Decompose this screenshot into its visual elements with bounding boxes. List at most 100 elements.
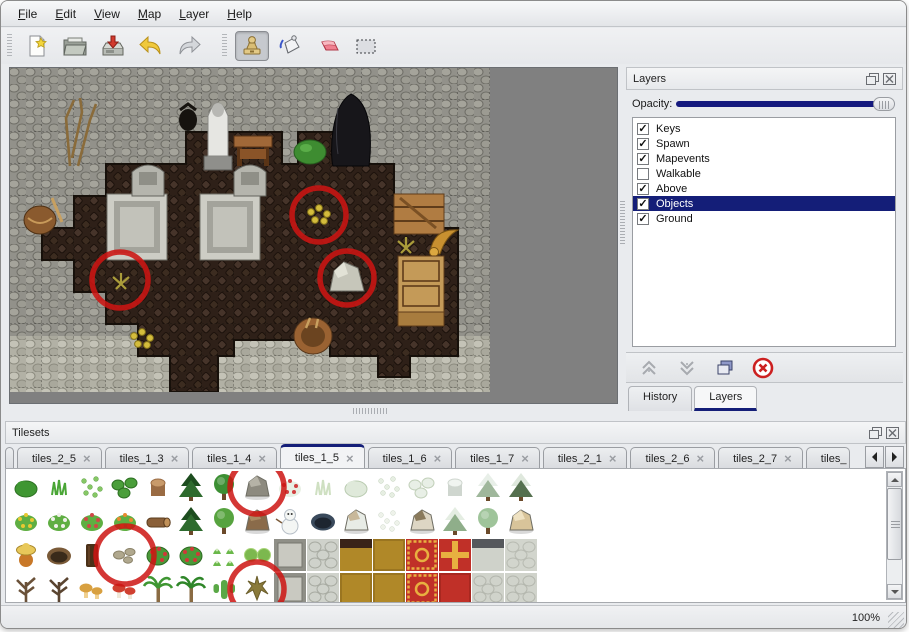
tile-scatter[interactable] <box>373 471 405 503</box>
tile-rock[interactable] <box>406 505 438 537</box>
scroll-down-button[interactable] <box>887 584 902 599</box>
tile-rock[interactable] <box>340 505 372 537</box>
tileset-tab-tiles_1_5[interactable]: tiles_1_5× <box>280 444 365 469</box>
tile-floor[interactable] <box>373 573 405 603</box>
tile-stump[interactable] <box>439 471 471 503</box>
opacity-slider-handle[interactable] <box>873 97 895 111</box>
select-tool-button[interactable] <box>349 31 383 61</box>
close-tilesets-icon[interactable] <box>886 427 899 439</box>
tile-rock[interactable] <box>241 505 273 537</box>
tile-carpetcross[interactable] <box>439 539 471 571</box>
tile-tree[interactable] <box>208 505 240 537</box>
open-file-button[interactable] <box>58 31 92 61</box>
close-tab-icon[interactable]: × <box>609 451 617 466</box>
tile-floorframe[interactable] <box>274 539 306 571</box>
close-tab-icon[interactable]: × <box>258 451 266 466</box>
tile-blob[interactable] <box>10 471 42 503</box>
layer-checkbox[interactable]: ✓ <box>637 183 649 195</box>
tile-tree[interactable] <box>208 471 240 503</box>
tile-flowers[interactable] <box>274 471 306 503</box>
tile-blob[interactable] <box>340 471 372 503</box>
tile-hole[interactable] <box>307 505 339 537</box>
tile-pine[interactable] <box>505 471 537 503</box>
close-tab-icon[interactable]: × <box>521 451 529 466</box>
float-panel-icon[interactable] <box>866 73 879 85</box>
scrollbar-thumb[interactable] <box>887 488 902 560</box>
menu-map[interactable]: Map <box>129 3 170 25</box>
tile-floortop[interactable] <box>340 539 372 571</box>
tile-scatter[interactable] <box>76 471 108 503</box>
dock-tab-layers[interactable]: Layers <box>694 386 757 411</box>
new-file-button[interactable] <box>20 31 54 61</box>
tileset-tab-tiles_1_3[interactable]: tiles_1_3× <box>105 447 190 469</box>
layer-checkbox[interactable]: ✓ <box>637 213 649 225</box>
close-tab-icon[interactable]: × <box>434 451 442 466</box>
layer-row-mapevents[interactable]: ✓Mapevents <box>633 151 895 166</box>
layer-row-walkable[interactable]: Walkable <box>633 166 895 181</box>
vertical-splitter[interactable] <box>620 201 625 245</box>
tile-deadtree[interactable] <box>43 573 75 603</box>
menu-view[interactable]: View <box>85 3 129 25</box>
tile-rock[interactable] <box>241 471 273 503</box>
tile-palm[interactable] <box>142 573 174 603</box>
tileset-tab-tiles_2_5[interactable]: tiles_2_5× <box>17 447 102 469</box>
tile-flowers[interactable] <box>43 505 75 537</box>
close-panel-icon[interactable] <box>883 73 896 85</box>
layer-checkbox[interactable]: ✓ <box>637 138 649 150</box>
close-tab-icon[interactable]: × <box>784 451 792 466</box>
lower-layer-button[interactable] <box>674 356 700 380</box>
tile-palm[interactable] <box>175 573 207 603</box>
layer-checkbox[interactable]: ✓ <box>637 198 649 210</box>
tile-scatter[interactable] <box>373 505 405 537</box>
toolbar-grip-2[interactable] <box>222 34 227 58</box>
tile-cactus[interactable] <box>208 573 240 603</box>
tile-tuft[interactable] <box>307 471 339 503</box>
layer-checkbox[interactable]: ✓ <box>637 123 649 135</box>
tile-tuft[interactable] <box>43 471 75 503</box>
duplicate-layer-button[interactable] <box>712 356 738 380</box>
tile-snowman[interactable] <box>274 505 306 537</box>
horizontal-splitter[interactable] <box>353 408 387 414</box>
scroll-tabs-right-button[interactable] <box>885 446 904 468</box>
tile-cobble[interactable] <box>307 573 339 603</box>
tile-rock[interactable] <box>505 505 537 537</box>
tileset-tab-tiles_2_7[interactable]: tiles_2_7× <box>718 447 803 469</box>
menu-edit[interactable]: Edit <box>46 3 85 25</box>
menu-layer[interactable]: Layer <box>170 3 218 25</box>
tile-pine[interactable] <box>175 505 207 537</box>
undo-button[interactable] <box>134 31 168 61</box>
tile-floor[interactable] <box>439 573 471 603</box>
tile-girl[interactable] <box>10 539 42 571</box>
delete-layer-button[interactable] <box>750 356 776 380</box>
tile-pine[interactable] <box>439 505 471 537</box>
tile-floorframe[interactable] <box>274 573 306 603</box>
float-tilesets-icon[interactable] <box>869 427 882 439</box>
stamp-tool-button[interactable] <box>235 31 269 61</box>
tileset-tab-tiles_1_4[interactable]: tiles_1_4× <box>192 447 277 469</box>
tile-log[interactable] <box>142 505 174 537</box>
scroll-up-button[interactable] <box>887 472 902 487</box>
raise-layer-button[interactable] <box>636 356 662 380</box>
tile-berry[interactable] <box>142 539 174 571</box>
save-file-button[interactable] <box>96 31 130 61</box>
tile-mush[interactable] <box>109 573 141 603</box>
tile-floor[interactable] <box>340 573 372 603</box>
tile-tree[interactable] <box>472 505 504 537</box>
tileset-tab-tiles_2_6[interactable]: tiles_2_6× <box>630 447 715 469</box>
tile-blob3[interactable] <box>109 471 141 503</box>
layer-row-spawn[interactable]: ✓Spawn <box>633 136 895 151</box>
tileset-content[interactable] <box>5 468 906 603</box>
tileset-tab-tiles_1_7[interactable]: tiles_1_7× <box>455 447 540 469</box>
close-tab-icon[interactable]: × <box>83 451 91 466</box>
tileset-tab-tiles_1_6[interactable]: tiles_1_6× <box>368 447 453 469</box>
scroll-tabs-left-button[interactable] <box>865 446 884 468</box>
close-tab-icon[interactable]: × <box>171 451 179 466</box>
tile-drybush[interactable] <box>241 573 273 603</box>
tile-trunk[interactable] <box>76 539 108 571</box>
tile-deadtree[interactable] <box>10 573 42 603</box>
tile-pine[interactable] <box>175 471 207 503</box>
tile-flowers[interactable] <box>76 505 108 537</box>
tile-carpet[interactable] <box>406 539 438 571</box>
close-tab-icon[interactable]: × <box>697 451 705 466</box>
tile-sprout[interactable] <box>208 539 240 571</box>
